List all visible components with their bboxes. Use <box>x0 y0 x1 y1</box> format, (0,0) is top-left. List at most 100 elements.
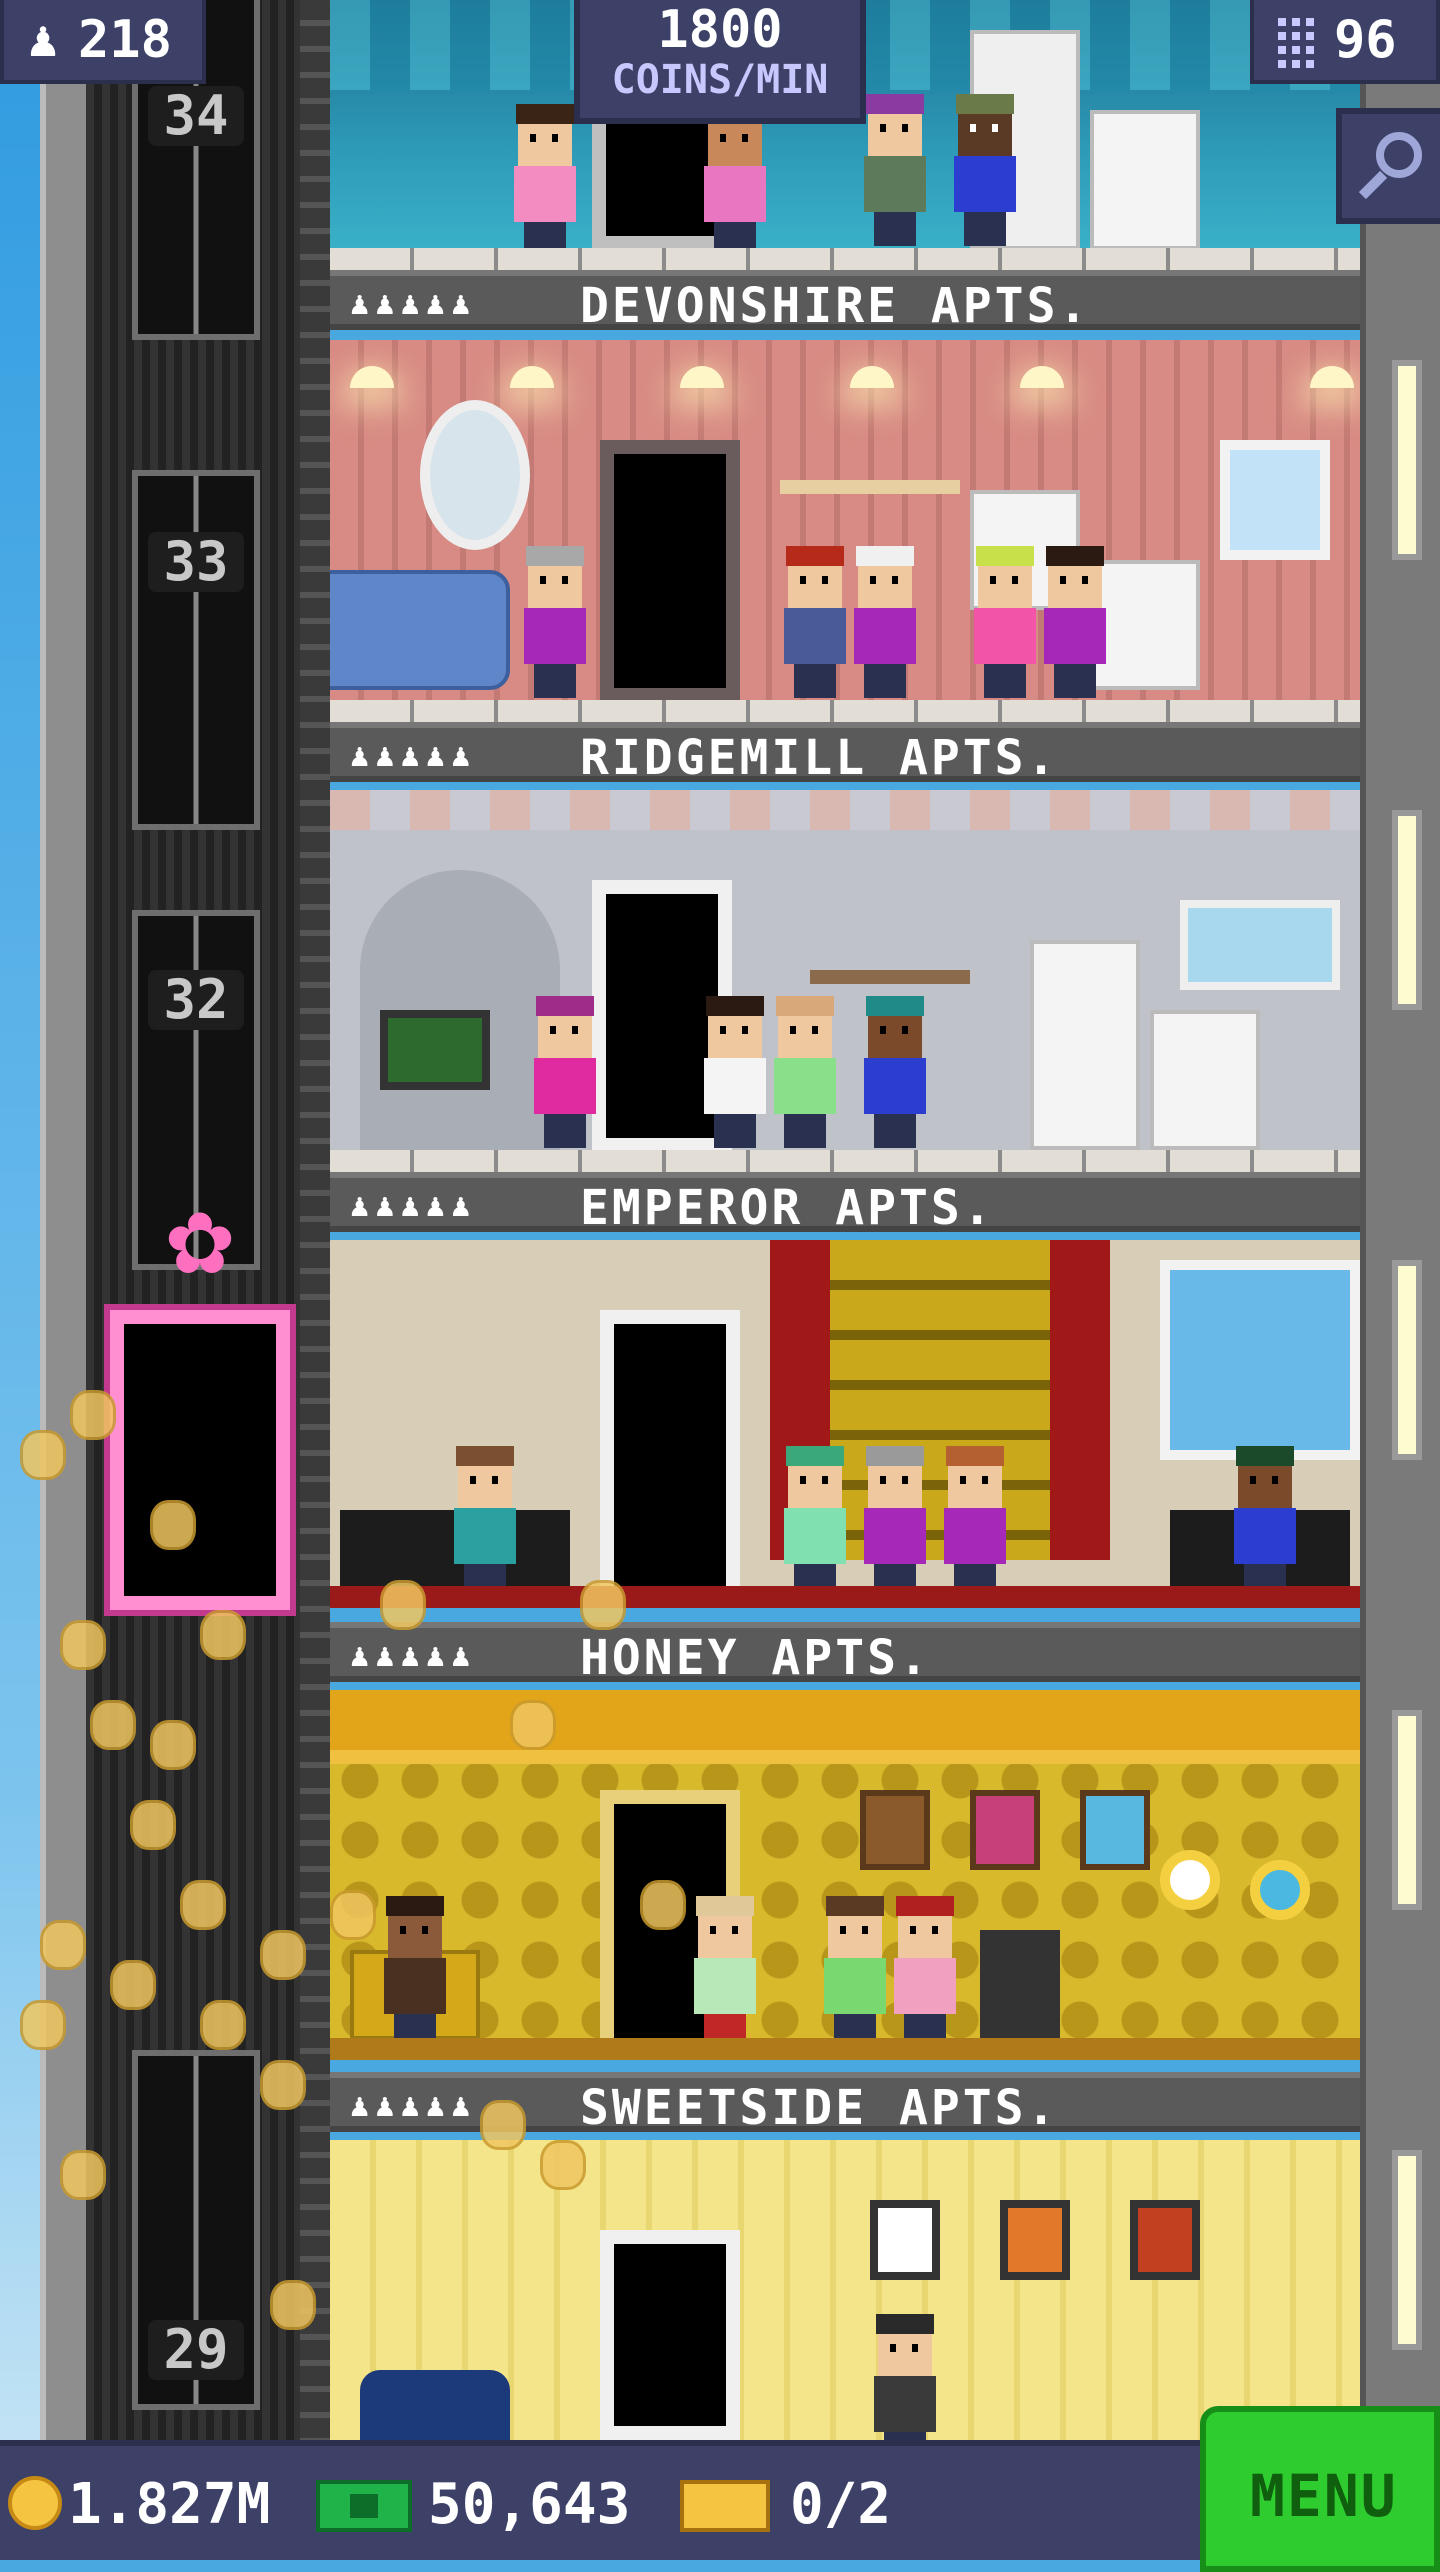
tower-bux-icon <box>316 2480 412 2532</box>
wall-shelf <box>810 970 970 984</box>
menu-button[interactable]: MENU <box>1200 2406 1440 2572</box>
resident[interactable] <box>380 1896 450 2052</box>
exterior-window <box>1392 810 1422 1010</box>
resident[interactable] <box>850 546 920 702</box>
resident[interactable] <box>860 996 930 1152</box>
elevator-floor-number: 32 <box>148 970 244 1030</box>
resident[interactable] <box>690 1896 760 2052</box>
navy-armchair <box>360 2370 510 2440</box>
resident[interactable] <box>1040 546 1110 702</box>
building-icon <box>1272 12 1316 68</box>
resident[interactable] <box>860 1446 930 1602</box>
ceiling-lamp <box>350 366 394 388</box>
resident[interactable] <box>530 996 600 1152</box>
zoom-button[interactable] <box>1336 108 1440 224</box>
elevator-floor-number: 34 <box>148 86 244 146</box>
apartment-door <box>600 440 740 702</box>
ceiling-lamp <box>510 366 554 388</box>
picture-frame <box>870 2200 940 2280</box>
window <box>1160 1260 1360 1460</box>
resident[interactable] <box>870 2314 940 2440</box>
picture-frame <box>1130 2200 1200 2280</box>
exterior-window <box>1392 1260 1422 1460</box>
resident[interactable] <box>780 1446 850 1602</box>
floor-partial-bottom[interactable] <box>330 2140 1360 2440</box>
elevator-cabin-door <box>110 1310 290 1610</box>
stove <box>1150 1010 1260 1150</box>
resident[interactable] <box>860 94 930 250</box>
coins-per-minute-panel[interactable]: 1800 COINS/MIN <box>574 0 866 124</box>
floor-emperor[interactable]: ♟♟♟♟♟ EMPEROR APTS. <box>330 790 1360 1240</box>
floor-tiles <box>330 1586 1360 1608</box>
blue-sofa <box>330 570 510 690</box>
apartment-door <box>600 1310 740 1602</box>
resident-slots-icon: ♟♟♟♟♟ <box>350 736 477 774</box>
floor-ridgemill[interactable]: ♟♟♟♟♟ RIDGEMILL APTS. <box>330 340 1360 790</box>
coins-per-minute-value: 1800 <box>657 0 783 60</box>
room-interior <box>330 340 1360 702</box>
floor-name: EMPEROR APTS. <box>580 1180 995 1236</box>
window <box>1220 440 1330 560</box>
residents-counter[interactable]: ♟ 218 <box>0 0 206 84</box>
elevator-door <box>132 470 260 830</box>
magnifier-icon <box>1376 132 1422 178</box>
refrigerator <box>1030 940 1140 1150</box>
elevator-stop-33[interactable]: 33 <box>118 440 274 840</box>
arcade-screen <box>380 1010 490 1090</box>
ceiling-lamp <box>680 366 724 388</box>
resident[interactable] <box>450 1446 520 1602</box>
coins-balance[interactable]: 1.827M <box>68 2472 270 2537</box>
resident[interactable] <box>950 94 1020 250</box>
resident[interactable] <box>780 546 850 702</box>
wallpaper-border <box>330 790 1360 830</box>
resident-slots-icon: ♟♟♟♟♟ <box>350 284 477 322</box>
resident[interactable] <box>820 1896 890 2052</box>
curtain-right <box>1050 1240 1110 1560</box>
resident[interactable] <box>510 104 580 260</box>
residents-count: 218 <box>78 10 172 70</box>
resident[interactable] <box>770 996 840 1152</box>
tower-outer-wall <box>40 0 92 2440</box>
exterior-window <box>1392 1710 1422 1910</box>
floor-tiles <box>330 2038 1360 2060</box>
picture-frame <box>970 1790 1040 1870</box>
bux-balance[interactable]: 50,643 <box>428 2472 630 2537</box>
exterior-window <box>1392 360 1422 560</box>
elevator-stop-29[interactable]: 29 <box>118 2020 274 2420</box>
speaker <box>980 1930 1060 2040</box>
menu-button-label: MENU <box>1250 2462 1398 2530</box>
resident[interactable] <box>520 546 590 702</box>
floor-name: DEVONSHIRE APTS. <box>580 278 1091 334</box>
floor-banner: ♟♟♟♟♟ RIDGEMILL APTS. <box>330 722 1360 786</box>
picture-frame <box>1000 2200 1070 2280</box>
apartment-door <box>600 2230 740 2440</box>
floor-banner: ♟♟♟♟♟ EMPEROR APTS. <box>330 1172 1360 1236</box>
floor-sweetside[interactable]: ♟♟♟♟♟ SWEETSIDE APTS. <box>330 1690 1360 2140</box>
room-interior <box>330 1240 1360 1602</box>
floor-honey[interactable]: ♟♟♟♟♟ HONEY APTS. <box>330 1240 1360 1690</box>
resident[interactable] <box>700 104 770 260</box>
tickets-count[interactable]: 0/2 <box>790 2472 891 2537</box>
bottom-hud: 1.827M 50,643 0/2 MENU <box>0 2406 1440 2572</box>
vip-ticket-icon <box>680 2480 770 2532</box>
floor-name: SWEETSIDE APTS. <box>580 2080 1059 2136</box>
floors-counter[interactable]: 96 <box>1250 0 1440 84</box>
room-interior <box>330 790 1360 1152</box>
elevator-floor-number: 29 <box>148 2320 244 2380</box>
coins-per-minute-unit: COINS/MIN <box>611 57 829 103</box>
resident[interactable] <box>970 546 1040 702</box>
resident[interactable] <box>940 1446 1010 1602</box>
resident[interactable] <box>700 996 770 1152</box>
picture-frame <box>1080 1790 1150 1870</box>
floor-tiles <box>330 700 1360 722</box>
coin-icon <box>8 2476 62 2530</box>
resident-slots-icon: ♟♟♟♟♟ <box>350 1186 477 1224</box>
daisy-flower <box>1160 1850 1220 1910</box>
resident-slots-icon: ♟♟♟♟♟ <box>350 1636 477 1674</box>
elevator-cabin[interactable]: ✿ <box>100 1180 300 1620</box>
floor-name: HONEY APTS. <box>580 1630 931 1686</box>
resident[interactable] <box>1230 1446 1300 1602</box>
ceiling-lamp <box>1020 366 1064 388</box>
resident[interactable] <box>890 1896 960 2052</box>
floor-tiles <box>330 248 1360 270</box>
